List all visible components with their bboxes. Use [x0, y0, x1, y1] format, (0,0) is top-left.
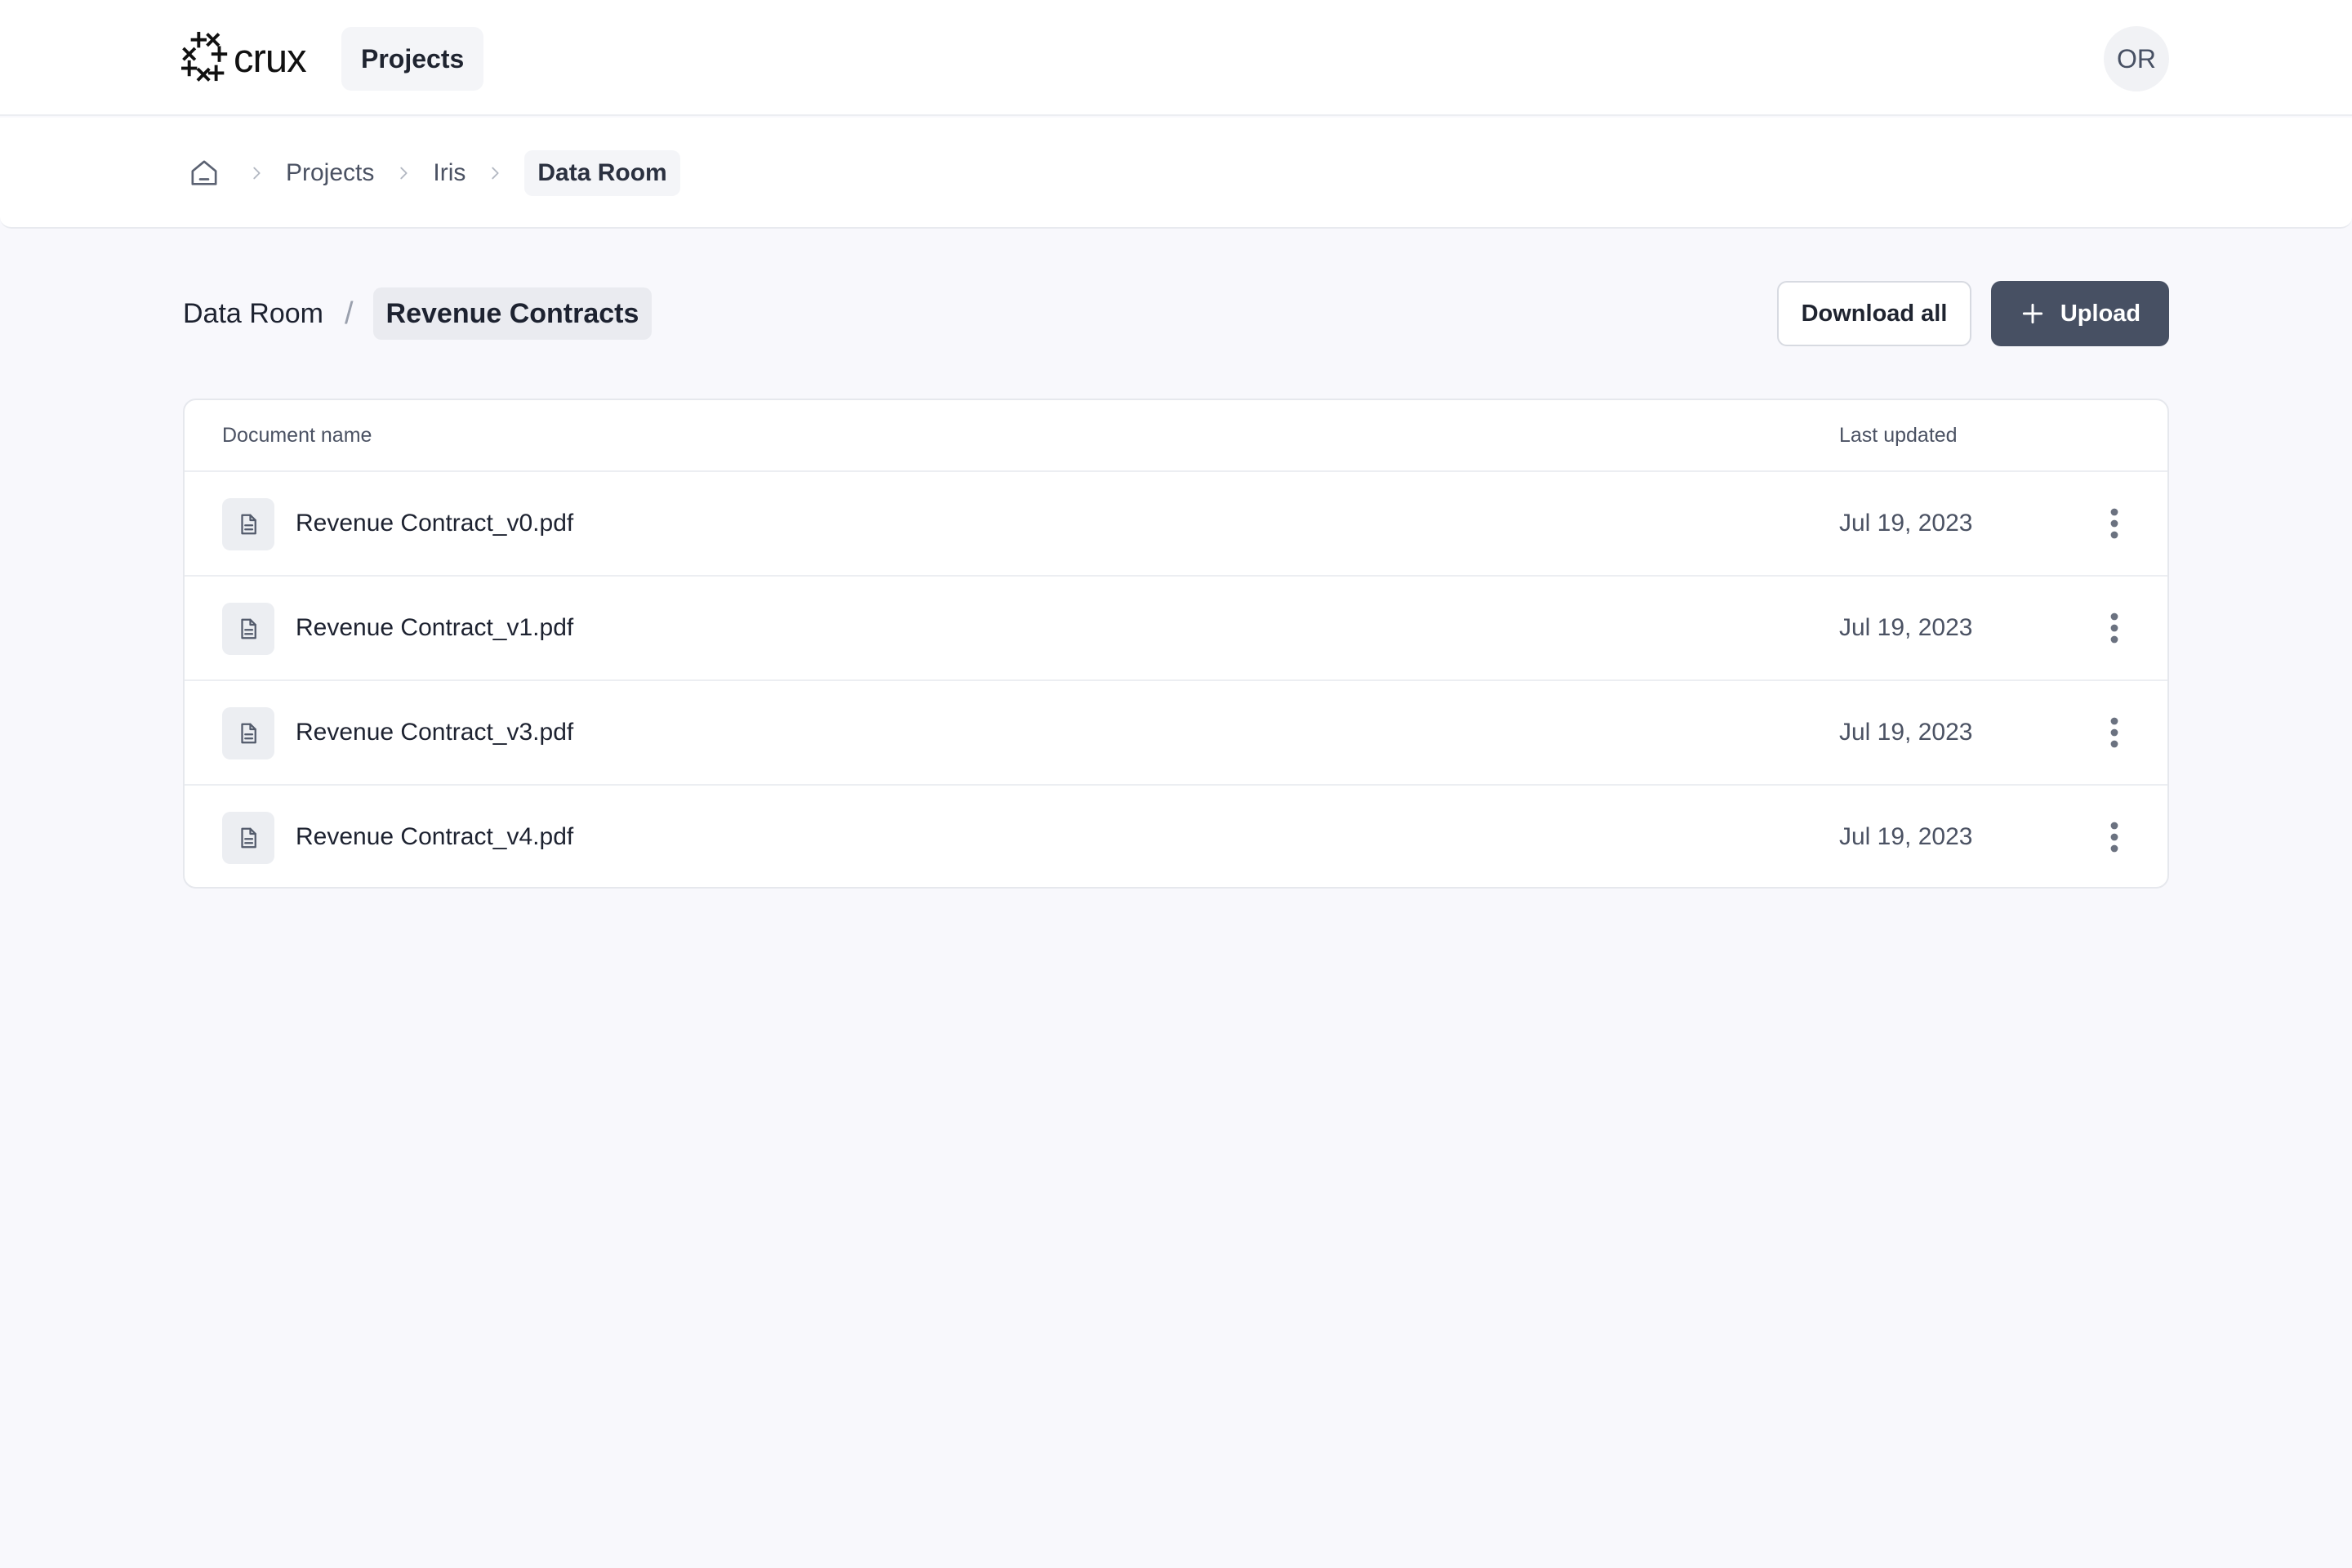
more-vertical-icon[interactable] [2094, 817, 2135, 858]
document-icon [222, 603, 274, 655]
breadcrumb-projects[interactable]: Projects [286, 150, 374, 196]
user-avatar[interactable]: OR [2104, 26, 2169, 91]
documents-table: Document name Last updated Revenue Contr… [183, 399, 2169, 889]
chevron-right-icon [387, 150, 420, 196]
chevron-right-icon [479, 150, 511, 196]
document-last-updated: Jul 19, 2023 [1839, 510, 1973, 537]
document-icon [222, 498, 274, 550]
more-vertical-icon[interactable] [2094, 503, 2135, 544]
document-name[interactable]: Revenue Contract_v1.pdf [296, 577, 573, 679]
crux-logo[interactable]: crux [181, 30, 307, 88]
table-row[interactable]: Revenue Contract_v1.pdf Jul 19, 2023 [185, 577, 2167, 681]
table-row[interactable]: Revenue Contract_v4.pdf Jul 19, 2023 [185, 786, 2167, 887]
column-header-document-name: Document name [222, 423, 372, 447]
document-icon [222, 707, 274, 760]
logo-text: crux [234, 36, 307, 81]
document-last-updated: Jul 19, 2023 [1839, 614, 1973, 641]
breadcrumb-bar: Projects Iris Data Room [0, 118, 2352, 229]
home-icon[interactable] [181, 150, 227, 196]
upload-button-label: Upload [2060, 300, 2141, 327]
nav-projects-button[interactable]: Projects [341, 27, 484, 91]
document-last-updated: Jul 19, 2023 [1839, 719, 1973, 746]
document-last-updated: Jul 19, 2023 [1839, 823, 1973, 850]
document-name[interactable]: Revenue Contract_v0.pdf [296, 472, 573, 575]
table-header: Document name Last updated [185, 400, 2167, 472]
breadcrumb-iris[interactable]: Iris [433, 150, 466, 196]
page-title-parent[interactable]: Data Room [183, 298, 323, 330]
page-title: Data Room / Revenue Contracts [183, 287, 653, 340]
crux-logo-icon [181, 30, 232, 88]
upload-button[interactable]: Upload [1991, 281, 2169, 346]
page-title-current: Revenue Contracts [372, 287, 653, 340]
table-row[interactable]: Revenue Contract_v0.pdf Jul 19, 2023 [185, 472, 2167, 577]
breadcrumb: Projects Iris Data Room [181, 150, 680, 196]
breadcrumb-data-room[interactable]: Data Room [524, 150, 680, 196]
table-row[interactable]: Revenue Contract_v3.pdf Jul 19, 2023 [185, 681, 2167, 786]
document-name[interactable]: Revenue Contract_v4.pdf [296, 786, 573, 887]
document-icon [222, 812, 274, 864]
chevron-right-icon [240, 150, 273, 196]
more-vertical-icon[interactable] [2094, 712, 2135, 753]
page-title-separator: / [344, 296, 354, 331]
document-name[interactable]: Revenue Contract_v3.pdf [296, 681, 573, 784]
download-all-button[interactable]: Download all [1777, 281, 1971, 346]
top-navigation: crux Projects OR [0, 0, 2352, 116]
column-header-last-updated: Last updated [1839, 423, 1958, 447]
more-vertical-icon[interactable] [2094, 608, 2135, 648]
plus-icon [2020, 301, 2046, 327]
